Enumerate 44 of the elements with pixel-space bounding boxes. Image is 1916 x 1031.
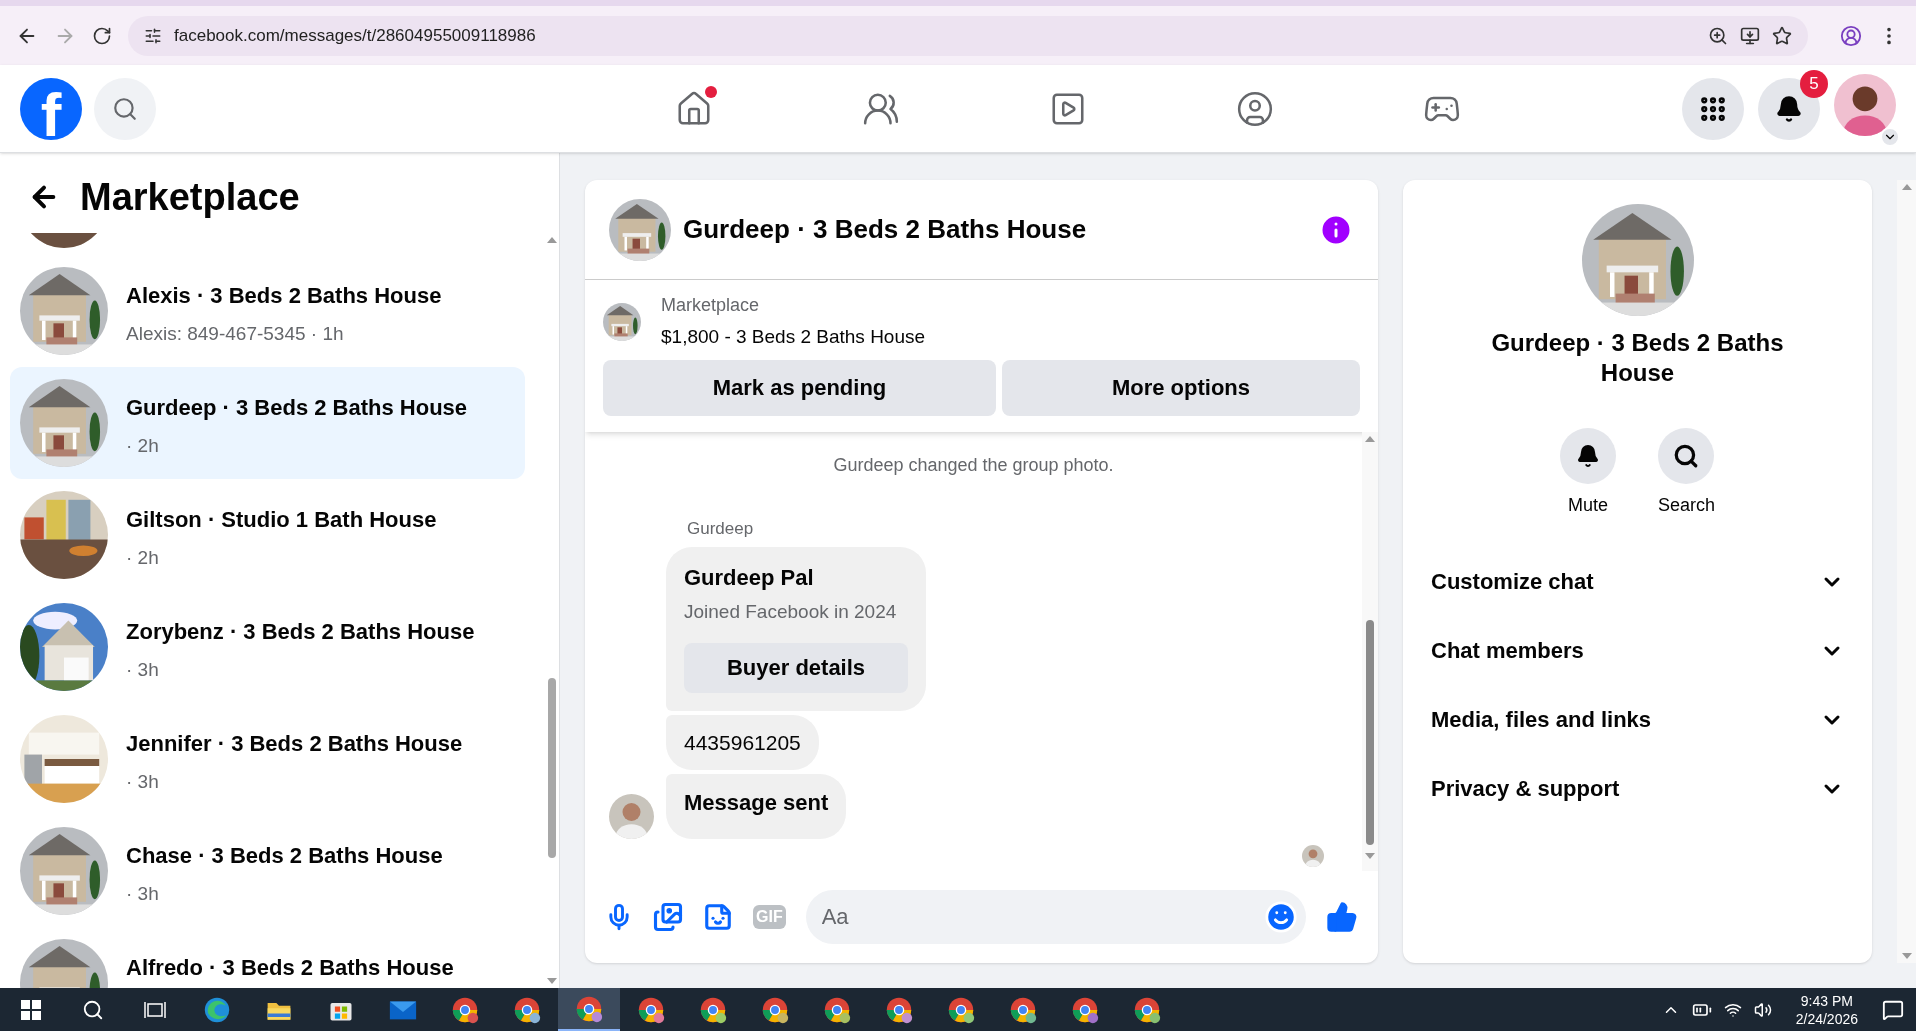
details-title: Gurdeep · 3 Beds 2 Baths House (1490, 328, 1785, 388)
conversation-title: Giltson · Studio 1 Bath House (126, 506, 437, 534)
conversation-item[interactable]: Gurdeep · 3 Beds 2 Baths House · 2h (10, 367, 525, 479)
section-header[interactable]: Media, files and links (1427, 685, 1848, 754)
sender-name: Gurdeep (687, 517, 755, 540)
conversation-subtitle: · 2h (126, 434, 160, 458)
url-text: facebook.com/messages/t/28604955009118986 (174, 24, 536, 47)
conversation-title: Alexis · 3 Beds 2 Baths House (126, 282, 442, 310)
message-input[interactable]: Aa (805, 890, 1306, 944)
section-header[interactable]: Chat members (1427, 616, 1848, 685)
notification-badge: 5 (1800, 69, 1828, 98)
conversation-title: Chase · 3 Beds 2 Baths House (126, 842, 443, 870)
message-bubble: Message sent (666, 774, 847, 839)
section-header[interactable]: Customize chat (1427, 547, 1848, 616)
listing-title: $1,800 - 3 Beds 2 Baths House (661, 325, 926, 349)
conversation-title: Zorybenz · 3 Beds 2 Baths House (126, 618, 475, 646)
conversation-title: Jennifer · 3 Beds 2 Baths House (126, 730, 463, 758)
sidebar-title: Marketplace (80, 174, 300, 220)
address-bar[interactable]: facebook.com/messages/t/28604955009118986 (128, 15, 1808, 56)
section-header[interactable]: Privacy & support (1427, 754, 1848, 823)
card-name: Gurdeep Pal (684, 564, 815, 592)
listing-action-button[interactable]: More options (1002, 359, 1360, 416)
facebook-logo[interactable]: f (20, 77, 82, 140)
card-note: Joined Facebook in 2024 (684, 600, 898, 624)
clock-date[interactable]: 2/24/2026 (1795, 1009, 1858, 1028)
conversation-title: Alfredo · 3 Beds 2 Baths House (126, 954, 454, 982)
conversation-subtitle: · 3h (126, 658, 160, 682)
conversation-item[interactable]: Jennifer · 3 Beds 2 Baths House · 3h (10, 703, 525, 815)
buyer-details-button[interactable]: Buyer details (684, 642, 908, 693)
conversation-subtitle: Alexis: 849-467-5345 · 1h (126, 322, 345, 346)
listing-action-button[interactable]: Mark as pending (603, 359, 996, 416)
clock-time[interactable]: 9:43 PM (1800, 991, 1853, 1010)
conversation-subtitle: · 3h (126, 882, 160, 906)
listing-label: Marketplace (661, 294, 761, 317)
conversation-title: Gurdeep · 3 Beds 2 Baths House (126, 394, 468, 422)
system-message: Gurdeep changed the group photo. (832, 453, 1115, 477)
conversation-item[interactable]: Zorybenz · 3 Beds 2 Baths House · 3h (10, 591, 525, 703)
conversation-subtitle: · 3h (126, 770, 160, 794)
chat-title: Gurdeep · 3 Beds 2 Baths House (683, 213, 1087, 246)
conversation-item[interactable]: Chase · 3 Beds 2 Baths House · 3h (10, 815, 525, 927)
conversation-subtitle: · 2h (126, 546, 160, 570)
message-bubble: 4435961205 (666, 714, 819, 770)
conversation-item[interactable]: Giltson · Studio 1 Bath House · 2h (10, 479, 525, 591)
conversation-item[interactable]: Alexis · 3 Beds 2 Baths House Alexis: 849-467-5345 · 1h (10, 255, 525, 367)
